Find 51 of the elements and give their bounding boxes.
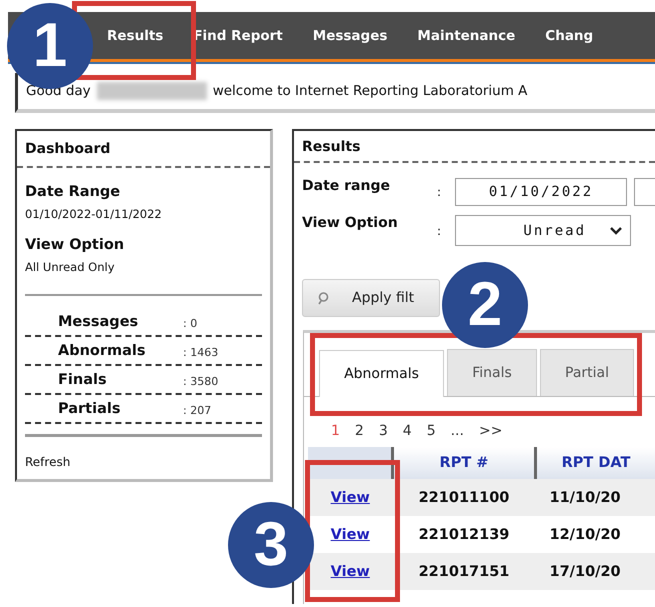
stat-label: Partials [58, 401, 122, 417]
stat-value: : 207 [183, 403, 212, 417]
field-value: 01/10/2022-01/11/2022 [25, 207, 163, 221]
chevron-down-icon [610, 226, 622, 234]
field-value: All Unread Only [25, 260, 116, 274]
table-cell: 11/10/20 [536, 479, 655, 516]
nav-link[interactable]: Messages [312, 28, 388, 44]
page-link[interactable]: 5 [426, 423, 436, 439]
view-link[interactable]: View [330, 526, 370, 542]
view-option-select[interactable]: Unread [455, 215, 631, 246]
tab[interactable]: Partial [540, 349, 634, 396]
page-link[interactable]: ... [450, 423, 464, 439]
column-header: RPT DAT [536, 447, 655, 479]
page-link[interactable]: >> [478, 423, 502, 439]
step-number-badge: 2 [442, 262, 528, 348]
stat-label: Abnormals [58, 343, 147, 359]
field-label: View Option [302, 215, 399, 231]
tab[interactable]: Finals [447, 349, 537, 396]
panel-title: Results [294, 131, 655, 163]
page-link[interactable]: 1 [331, 423, 340, 439]
table-cell: 221011100 [392, 479, 536, 516]
filter-icon [317, 291, 330, 305]
field-label: Date Range [25, 184, 122, 200]
stat-value: : 0 [183, 316, 198, 330]
column-header: RPT # [392, 447, 536, 479]
step-number-badge: 3 [228, 502, 314, 588]
table-cell: 221017151 [392, 553, 536, 590]
refresh-link[interactable]: Refresh [25, 455, 262, 469]
apply-filter-button[interactable]: Apply filt [302, 279, 440, 317]
date-field[interactable] [634, 178, 655, 206]
nav-link[interactable]: Results [107, 28, 164, 44]
date-field[interactable]: 01/10/2022 [455, 178, 627, 206]
colon: : [437, 224, 442, 238]
page-link[interactable]: 2 [354, 423, 364, 439]
stat-value: : 1463 [183, 345, 220, 359]
table-cell: 12/10/20 [536, 516, 655, 553]
table-cell: 17/10/20 [536, 553, 655, 590]
tab[interactable]: Abnormals [319, 350, 444, 397]
panel-title: Dashboard [17, 131, 270, 168]
field-label: View Option [25, 237, 126, 253]
nav-link[interactable]: Chang [545, 28, 594, 44]
nav-link[interactable]: Maintenance [417, 28, 516, 44]
page-link[interactable]: 3 [378, 423, 388, 439]
colon: : [437, 185, 442, 199]
stat-label: Messages [58, 314, 140, 330]
stat-value: : 3580 [183, 374, 220, 388]
welcome-message: welcome to Internet Reporting Laboratorium A [212, 83, 528, 99]
stat-label: Finals [58, 372, 108, 388]
table-cell: 221012139 [392, 516, 536, 553]
field-label: Date range [302, 178, 391, 194]
page-link[interactable]: 4 [402, 423, 412, 439]
